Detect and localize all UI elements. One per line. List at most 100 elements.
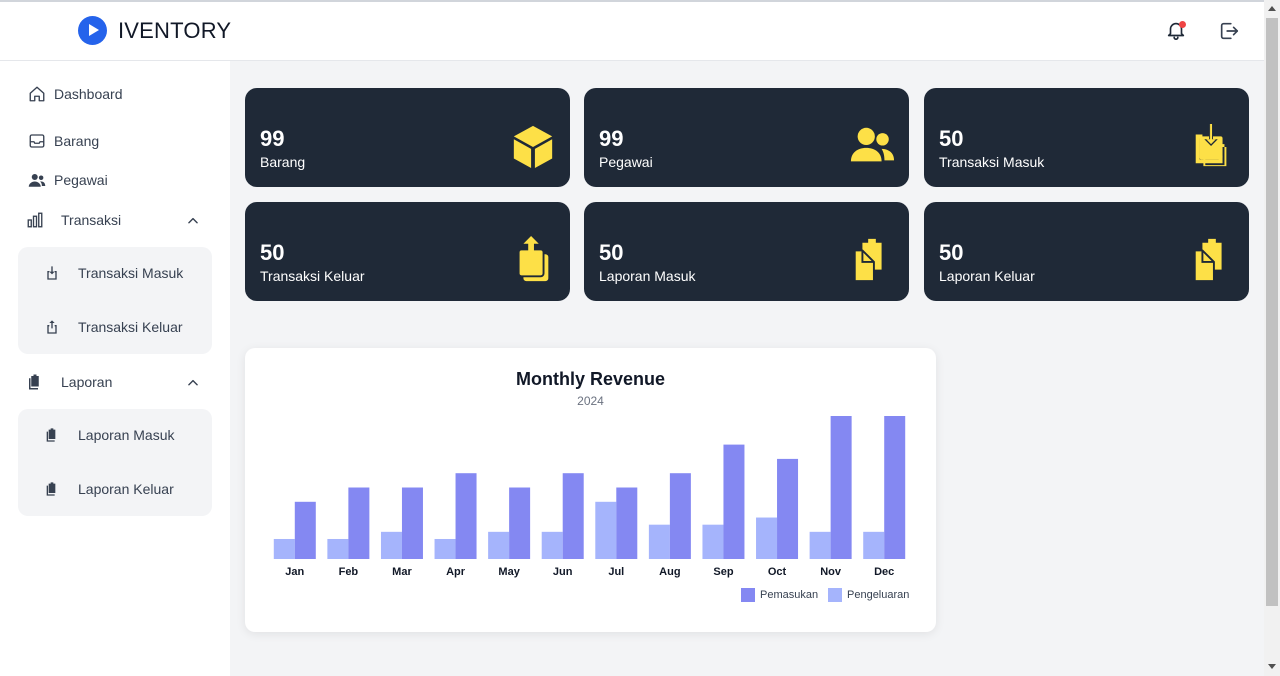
legend-swatch bbox=[741, 588, 755, 602]
sidebar-item-transaksi-masuk[interactable]: Transaksi Masuk bbox=[44, 265, 183, 281]
sidebar-item-label: Pegawai bbox=[54, 172, 108, 188]
users-icon bbox=[850, 127, 895, 162]
inbox-icon bbox=[29, 134, 45, 148]
stat-card-barang[interactable]: 99 Barang bbox=[245, 88, 570, 187]
sidebar-item-pegawai[interactable]: Pegawai bbox=[28, 171, 108, 189]
inbox-out-icon bbox=[47, 320, 57, 334]
bar-pengeluaran-jul[interactable] bbox=[595, 501, 617, 559]
inbox-in-icon bbox=[1195, 123, 1227, 167]
bar-pengeluaran-feb[interactable] bbox=[327, 538, 349, 559]
bar-pengeluaran-jan[interactable] bbox=[273, 538, 295, 559]
x-tick-label: Mar bbox=[392, 566, 412, 578]
stat-value: 50 bbox=[939, 240, 964, 265]
sidebar-item-transaksi[interactable]: Transaksi bbox=[26, 211, 121, 229]
bar-pemasukan-sep[interactable] bbox=[723, 444, 745, 559]
bar-pemasukan-dec[interactable] bbox=[884, 416, 906, 559]
x-tick-label: Dec bbox=[874, 566, 894, 578]
stat-label: Laporan Keluar bbox=[939, 268, 1035, 284]
stat-card-laporan-masuk[interactable]: 50 Laporan Masuk bbox=[584, 202, 909, 301]
bar-pemasukan-mar[interactable] bbox=[401, 487, 423, 560]
sidebar-item-label: Transaksi Masuk bbox=[78, 265, 184, 281]
brand-name: IVENTORY bbox=[118, 17, 232, 43]
bar-pemasukan-oct[interactable] bbox=[777, 458, 799, 559]
notification-dot bbox=[1179, 21, 1186, 28]
bar-pemasukan-nov[interactable] bbox=[830, 416, 852, 559]
sidebar-item-laporan-keluar[interactable]: Laporan Keluar bbox=[44, 481, 174, 497]
bar-pengeluaran-oct[interactable] bbox=[756, 517, 778, 559]
legend-item-pemasukan[interactable]: Pemasukan bbox=[741, 588, 818, 602]
scroll-up-arrow-icon[interactable] bbox=[1268, 6, 1276, 11]
bar-chart-icon bbox=[27, 212, 43, 228]
sidebar: Dashboard Barang Pegawai Transaksi Trans… bbox=[0, 61, 230, 676]
x-tick-label: Aug bbox=[659, 566, 680, 578]
bar-pengeluaran-jun[interactable] bbox=[541, 531, 563, 559]
bar-pemasukan-feb[interactable] bbox=[348, 487, 370, 560]
sidebar-item-label: Laporan Masuk bbox=[78, 427, 175, 443]
bar-pemasukan-jan[interactable] bbox=[294, 501, 316, 559]
bar-pemasukan-aug[interactable] bbox=[669, 473, 691, 559]
stat-label: Transaksi Keluar bbox=[260, 268, 365, 284]
brand[interactable]: IVENTORY bbox=[78, 16, 231, 45]
sidebar-item-barang[interactable]: Barang bbox=[28, 132, 99, 150]
logout-icon[interactable] bbox=[1218, 20, 1240, 42]
scroll-down-arrow-icon[interactable] bbox=[1268, 664, 1276, 669]
x-tick-label: Nov bbox=[820, 566, 842, 578]
stat-value: 99 bbox=[260, 126, 285, 151]
x-tick-label: Jan bbox=[285, 566, 304, 578]
sidebar-item-label: Dashboard bbox=[54, 86, 123, 102]
stat-value: 99 bbox=[599, 126, 624, 151]
bar-pengeluaran-nov[interactable] bbox=[809, 531, 831, 559]
stat-value: 50 bbox=[260, 240, 285, 265]
monthly-revenue-chart: Jan Feb Mar Apr May Jun Jul Aug Sep Oct Nov Dec Mon… bbox=[245, 348, 936, 632]
stat-value: 50 bbox=[939, 126, 964, 151]
stat-card-transaksi-masuk[interactable]: 50 Transaksi Masuk bbox=[924, 88, 1249, 187]
stat-label: Barang bbox=[260, 154, 306, 170]
bar-pengeluaran-dec[interactable] bbox=[863, 531, 885, 559]
legend-swatch bbox=[828, 588, 842, 602]
x-tick-label: Jun bbox=[553, 566, 573, 578]
inbox-in-icon bbox=[47, 266, 57, 280]
users-icon bbox=[28, 174, 46, 187]
legend-label: Pengeluaran bbox=[847, 589, 910, 601]
bar-pemasukan-jun[interactable] bbox=[562, 473, 584, 559]
legend-label: Pemasukan bbox=[760, 589, 819, 601]
transaksi-submenu: Transaksi Masuk Transaksi Keluar bbox=[18, 247, 212, 354]
home-icon bbox=[29, 86, 45, 102]
bar-pemasukan-apr[interactable] bbox=[455, 473, 477, 559]
stat-card-pegawai[interactable]: 99 Pegawai bbox=[584, 88, 909, 187]
clipboard-icon bbox=[853, 238, 882, 283]
sidebar-item-dashboard[interactable]: Dashboard bbox=[28, 85, 123, 103]
bar-pengeluaran-aug[interactable] bbox=[648, 524, 670, 559]
stat-label: Laporan Masuk bbox=[599, 268, 696, 284]
clipboard-icon bbox=[46, 482, 56, 496]
stat-card-transaksi-keluar[interactable]: 50 Transaksi Keluar bbox=[245, 202, 570, 301]
sidebar-item-label: Laporan Keluar bbox=[78, 481, 174, 497]
sidebar-item-transaksi-keluar[interactable]: Transaksi Keluar bbox=[44, 319, 183, 335]
scrollbar-thumb[interactable] bbox=[1266, 18, 1278, 606]
sidebar-item-laporan[interactable]: Laporan bbox=[26, 373, 112, 391]
top-bar: IVENTORY bbox=[0, 0, 1264, 61]
chart-title: Monthly Revenue bbox=[515, 369, 666, 389]
x-tick-label: Sep bbox=[713, 566, 733, 578]
clipboard-icon bbox=[29, 374, 39, 390]
stat-card-laporan-keluar[interactable]: 50 Laporan Keluar bbox=[924, 202, 1249, 301]
sidebar-item-label: Transaksi bbox=[61, 212, 122, 228]
chevron-up-icon[interactable] bbox=[186, 376, 200, 390]
chart-subtitle: 2024 bbox=[577, 394, 604, 408]
bar-pengeluaran-apr[interactable] bbox=[434, 538, 456, 559]
bar-pengeluaran-mar[interactable] bbox=[380, 531, 402, 559]
bar-pemasukan-may[interactable] bbox=[509, 487, 531, 560]
sidebar-item-label: Laporan bbox=[61, 374, 113, 390]
chevron-up-icon[interactable] bbox=[186, 214, 200, 228]
x-tick-label: Jul bbox=[608, 566, 624, 578]
stat-label: Transaksi Masuk bbox=[939, 154, 1045, 170]
bar-pengeluaran-sep[interactable] bbox=[702, 524, 724, 559]
bar-pengeluaran-may[interactable] bbox=[488, 531, 510, 559]
play-logo-icon bbox=[78, 16, 107, 45]
clipboard-icon bbox=[1193, 238, 1222, 283]
x-tick-label: Apr bbox=[446, 566, 466, 578]
bar-pemasukan-jul[interactable] bbox=[616, 487, 638, 560]
sidebar-item-laporan-masuk[interactable]: Laporan Masuk bbox=[44, 427, 175, 443]
legend-item-pengeluaran[interactable]: Pengeluaran bbox=[828, 588, 909, 602]
cube-icon bbox=[513, 125, 553, 169]
